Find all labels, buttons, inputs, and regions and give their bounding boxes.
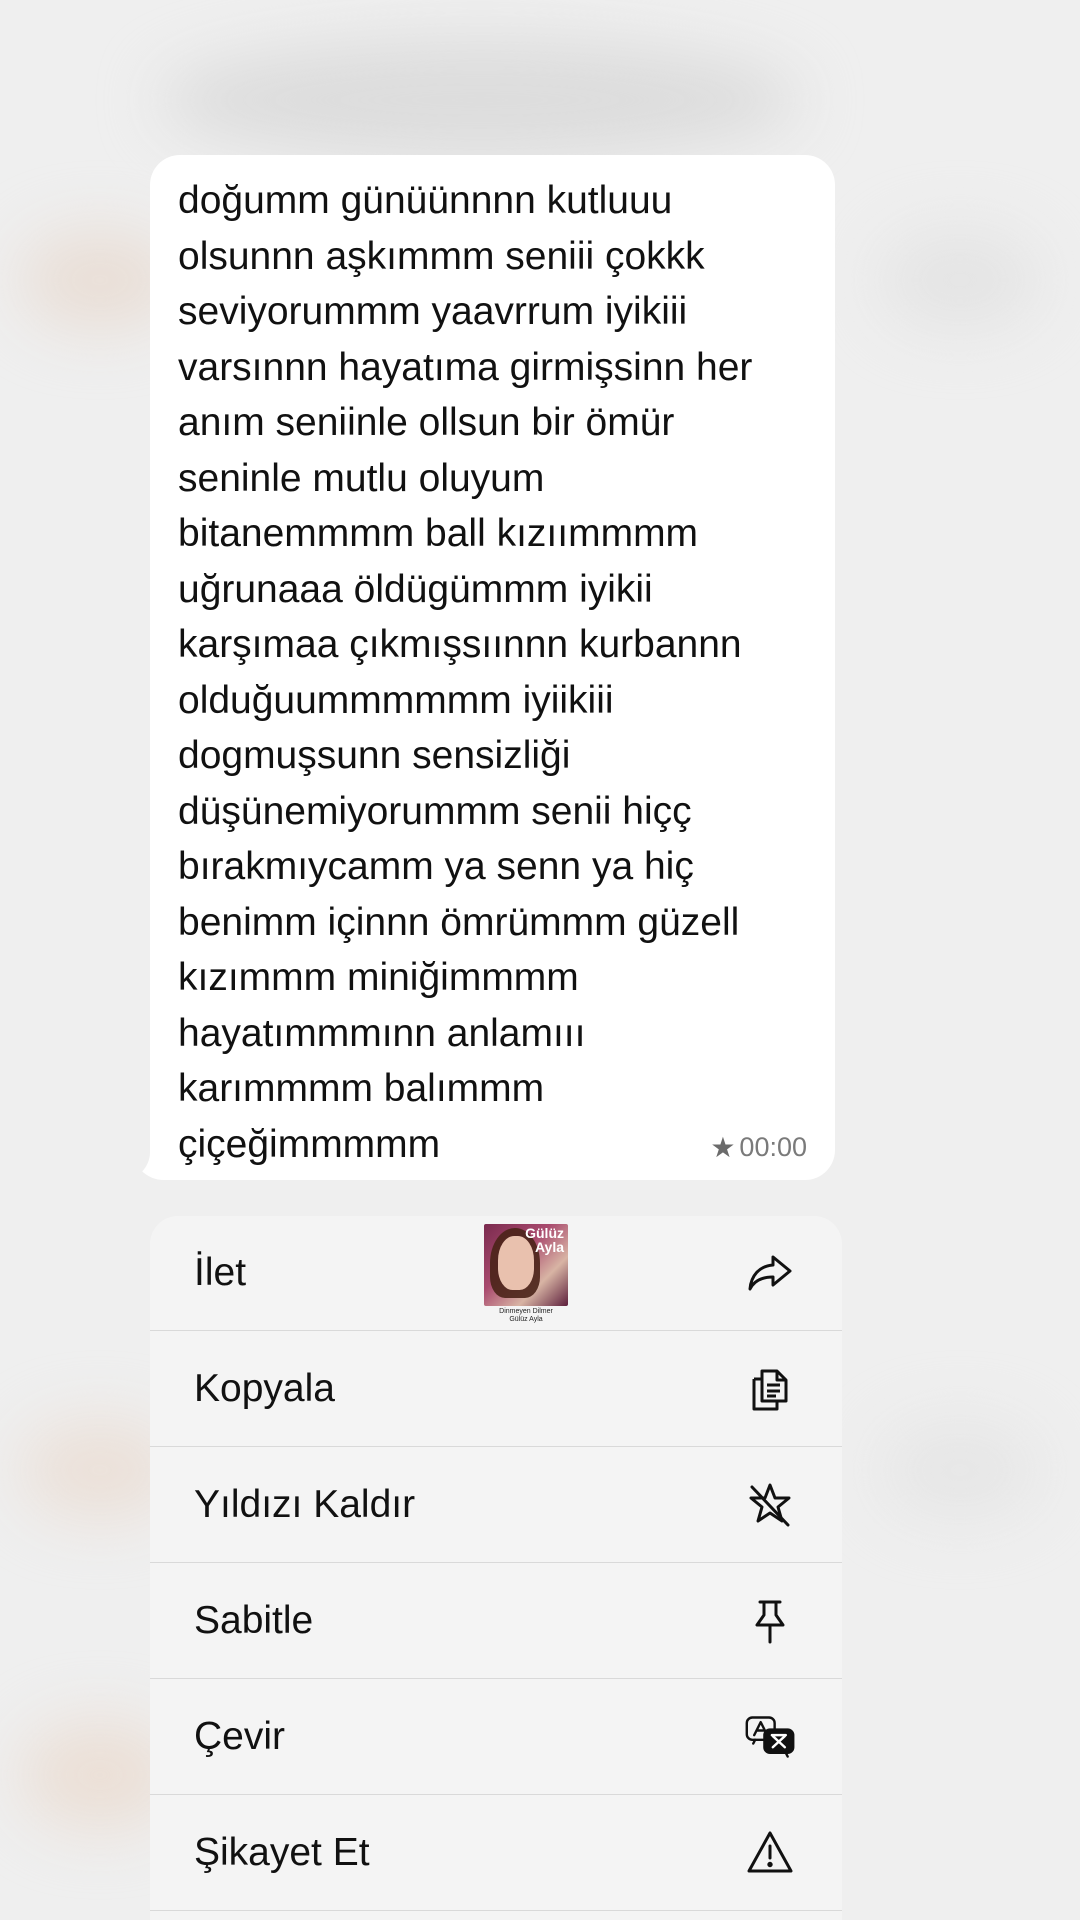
menu-item-copy[interactable]: Kopyala [150,1331,842,1447]
pin-icon [744,1595,796,1647]
message-meta: ★ 00:00 [710,1131,807,1164]
message-time: 00:00 [739,1132,807,1162]
context-menu: İlet Gülüz Ayla Dinmeyen Dilmer Gülüz Ay… [150,1216,842,1920]
menu-item-label: İlet [194,1251,247,1294]
unstar-icon [744,1479,796,1531]
menu-item-report[interactable]: Şikayet Et [150,1795,842,1911]
menu-item-label: Şikayet Et [194,1830,370,1874]
menu-item-unstar[interactable]: Yıldızı Kaldır [150,1447,842,1563]
sticker-title: Gülüz Ayla [525,1225,564,1255]
menu-item-label: Çevir [194,1714,286,1758]
menu-item-pin[interactable]: Sabitle [150,1563,842,1679]
menu-item-label: Yıldızı Kaldır [194,1482,416,1526]
message-bubble[interactable]: doğumm günüünnnn kutluuu olsunnn aşkımmm… [150,155,835,1180]
menu-item-label: Kopyala [194,1366,335,1410]
blurred-element [880,1420,1040,1520]
translate-icon [744,1711,796,1763]
message-text: doğumm günüünnnn kutluuu olsunnn aşkımmm… [178,179,753,1166]
sticker-caption: Dinmeyen Dilmer Gülüz Ayla [499,1308,553,1323]
copy-icon [744,1363,796,1415]
blurred-header [160,40,800,160]
sticker-artwork: Gülüz Ayla [484,1224,568,1306]
blurred-element [880,230,1040,330]
warning-icon [744,1827,796,1879]
menu-item-translate[interactable]: Çevir [150,1679,842,1795]
menu-item-forward[interactable]: İlet Gülüz Ayla Dinmeyen Dilmer Gülüz Ay… [150,1216,842,1331]
forward-icon [744,1247,796,1299]
star-icon: ★ [710,1132,736,1163]
sticker-preview: Gülüz Ayla Dinmeyen Dilmer Gülüz Ayla [484,1224,568,1330]
menu-item-label: Sabitle [194,1598,314,1642]
